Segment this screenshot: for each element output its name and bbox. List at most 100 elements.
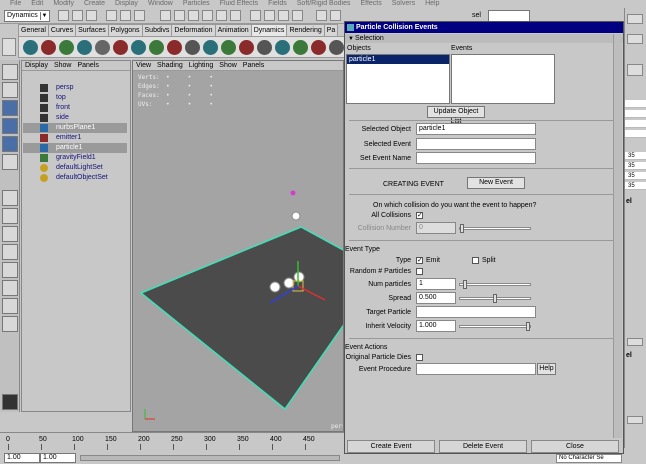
target-particle-field[interactable] [416,306,536,318]
spread-slider-knob[interactable] [493,294,497,303]
channel-row[interactable] [625,130,646,138]
menu-solvers[interactable]: Solvers [392,0,415,7]
shelf-tab-pa[interactable]: Pa [323,24,339,36]
outliner-item[interactable]: gravityField1 [23,153,127,163]
new-event-button[interactable]: New Event [467,177,525,189]
mask-joints-icon[interactable] [174,10,185,21]
particle-tool-icon[interactable] [23,40,38,55]
menu-edit[interactable]: Edit [31,0,43,7]
outliner-item[interactable]: emitter1 [23,133,127,143]
shelf-tab-polygons[interactable]: Polygons [107,24,143,36]
channel-row[interactable] [625,110,646,118]
scroll-up-icon[interactable] [627,338,643,346]
soft-body-icon[interactable] [239,40,254,55]
channel-value-1[interactable]: 35 [625,162,646,170]
lasso-tool-icon[interactable] [2,82,18,98]
spread-slider[interactable] [459,294,531,303]
volume-axis-icon[interactable] [203,40,218,55]
outliner-item[interactable]: top [23,93,127,103]
menu-modify[interactable]: Modify [53,0,74,7]
menu-effects[interactable]: Effects [360,0,381,7]
inherit-velocity-field[interactable]: 1.000 [416,320,456,332]
menu-set-dropdown[interactable]: Dynamics ▼ [4,10,50,22]
outliner-menu-display[interactable]: Display [25,62,48,69]
update-object-list-button[interactable]: Update Object List [427,106,485,125]
objects-list[interactable]: particle1 [346,54,450,104]
smoke-effect-icon[interactable] [311,40,326,55]
shelf-tab-surfaces[interactable]: Surfaces [75,24,109,36]
snap-view-icon[interactable] [292,10,303,21]
collision-number-slider-knob[interactable] [460,224,464,233]
channel-row[interactable] [625,100,646,108]
drag-field-icon[interactable] [77,40,92,55]
layer-editor-icon[interactable] [627,34,643,44]
scale-tool-icon[interactable] [2,136,18,152]
mask-dynamics-icon[interactable] [230,10,241,21]
perspective-viewport[interactable]: View Shading Lighting Show Panels Verts: Edge… [132,60,344,432]
events-list[interactable] [451,54,555,104]
scroll-down-icon[interactable] [627,416,643,424]
menu-fields[interactable]: Fields [268,0,287,7]
dialog-titlebar[interactable]: Particle Collision Events [345,22,623,33]
select-object-icon[interactable] [120,10,131,21]
shelf-tab-general[interactable]: General [18,24,49,36]
outliner-menu-panels[interactable]: Panels [77,62,98,69]
menu-fluid-effects[interactable]: Fluid Effects [220,0,258,7]
collision-number-field[interactable]: 0 [416,222,456,234]
mask-handles-icon[interactable] [160,10,171,21]
spring-icon[interactable] [257,40,272,55]
save-scene-icon[interactable] [86,10,97,21]
help-button[interactable]: Help [537,363,556,375]
newton-field-icon[interactable] [113,40,128,55]
uniform-field-icon[interactable] [167,40,182,55]
snap-curve-icon[interactable] [264,10,275,21]
render-icon[interactable] [330,10,341,21]
shelf-tab-dynamics[interactable]: Dynamics [250,24,288,36]
time-slider[interactable]: 0 50 100 150 200 250 300 350 400 450 [0,432,346,452]
constraint-icon[interactable] [275,40,290,55]
new-scene-icon[interactable] [58,10,69,21]
gravity-field-icon[interactable] [95,40,110,55]
menu-display[interactable]: Display [115,0,138,7]
menu-file[interactable]: File [10,0,21,7]
menu-window[interactable]: Window [148,0,173,7]
random-particles-checkbox[interactable] [416,268,423,275]
collision-number-slider[interactable] [459,224,531,233]
rotate-tool-icon[interactable] [2,118,18,134]
select-tool-icon[interactable] [2,64,18,80]
outliner-menu-show[interactable]: Show [54,62,72,69]
menu-create[interactable]: Create [84,0,105,7]
num-particles-field[interactable]: 1 [416,278,456,290]
character-set-dropdown[interactable]: No Character Se [556,454,622,463]
outliner-item[interactable]: persp [23,83,127,93]
menu-help[interactable]: Help [425,0,439,7]
start-time-field[interactable]: 1.00 [4,453,40,463]
emitter-icon[interactable] [41,40,56,55]
layout-four-icon[interactable] [2,208,18,224]
selected-object-field[interactable]: particle1 [416,123,536,135]
object-list-item[interactable]: particle1 [347,55,449,64]
mask-curves-icon[interactable] [188,10,199,21]
num-particles-slider-knob[interactable] [463,280,468,289]
outliner-item[interactable]: front [23,103,127,113]
outliner-item[interactable]: defaultObjectSet [23,173,127,183]
shelf-tab-animation[interactable]: Animation [214,24,252,36]
spread-field[interactable]: 0.500 [416,292,456,304]
outliner-item[interactable]: side [23,113,127,123]
fireworks-effect-icon[interactable] [329,40,344,55]
layout-graph-icon[interactable] [2,280,18,296]
split-checkbox[interactable] [472,257,479,264]
open-scene-icon[interactable] [72,10,83,21]
manipulator-tool-icon[interactable] [2,154,18,170]
dialog-scrollbar[interactable] [613,34,622,438]
outliner-item[interactable]: nurbsPlane1 [23,123,127,133]
channel-value-2[interactable]: 35 [625,172,646,180]
range-slider[interactable] [80,455,340,461]
select-hierarchy-icon[interactable] [106,10,117,21]
menu-soft-rigid-bodies[interactable]: Soft/Rigid Bodies [297,0,351,7]
layout-render-icon[interactable] [2,316,18,332]
turbulence-field-icon[interactable] [149,40,164,55]
create-event-button[interactable]: Create Event [347,440,435,453]
event-procedure-field[interactable] [416,363,536,375]
vortex-field-icon[interactable] [185,40,200,55]
